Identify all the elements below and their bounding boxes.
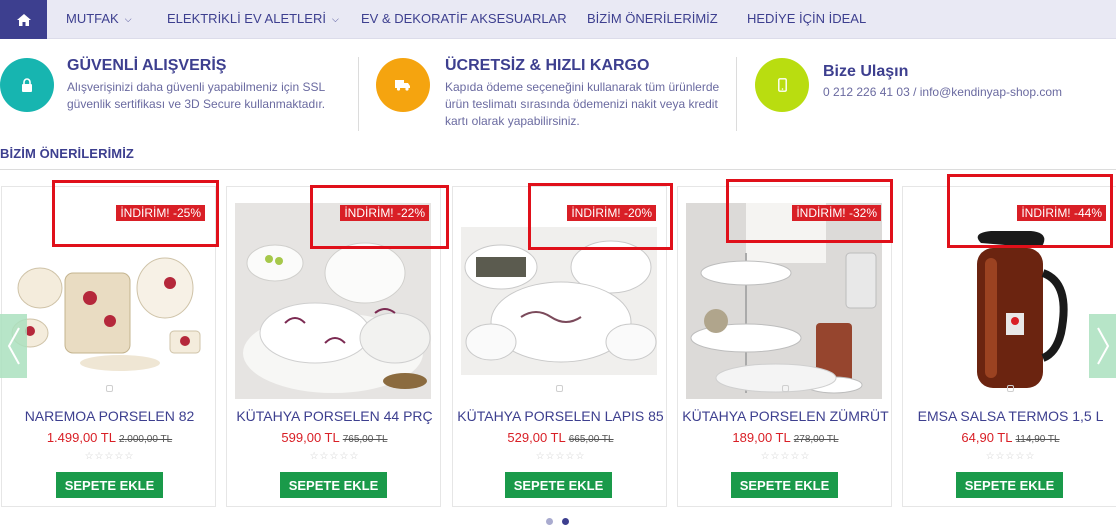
divider [358, 57, 359, 131]
image-dot[interactable] [782, 385, 789, 392]
product-price: 64,90 TL 114,90 TL [903, 430, 1116, 445]
pagination-dot-active[interactable] [562, 518, 569, 525]
product-name[interactable]: NAREMOA PORSELEN 82 [2, 408, 217, 424]
highlight-box [310, 185, 449, 249]
carousel-prev-button[interactable] [0, 314, 27, 378]
price-old: 665,00 TL [568, 434, 614, 445]
product-price: 1.499,00 TL 2.000,00 TL [2, 430, 217, 445]
rating-stars: ☆☆☆☆☆ [84, 451, 135, 462]
price-current: 599,00 TL [281, 430, 340, 445]
nav-item-ev-dekoratif[interactable]: EV & DEKORATİF AKSESUARLAR [361, 0, 567, 39]
truck-icon [376, 58, 430, 112]
product-name[interactable]: KÜTAHYA PORSELEN LAPIS 85 [453, 408, 668, 424]
feature-text: Alışverişinizi daha güvenli yapabilmeniz… [67, 80, 326, 111]
section-divider [0, 169, 1116, 170]
add-to-cart-button[interactable]: SEPETE EKLE [731, 472, 838, 498]
home-button[interactable] [0, 0, 47, 39]
chevron-right-icon [1096, 327, 1109, 365]
price-current: 189,00 TL [732, 430, 791, 445]
rating-stars: ☆☆☆☆☆ [760, 451, 811, 462]
product-name[interactable]: KÜTAHYA PORSELEN ZÜMRÜT [678, 408, 893, 424]
chevron-down-icon: ⌵ [331, 14, 339, 24]
rating-stars: ☆☆☆☆☆ [985, 451, 1036, 462]
price-current: 1.499,00 TL [46, 430, 116, 445]
main-nav: MUTFAK ⌵ ELEKTRİKLİ EV ALETLERİ ⌵ EV & DEK… [0, 0, 1116, 39]
price-old: 765,00 TL [342, 434, 388, 445]
feature-title: ÜCRETSİZ & HIZLI KARGO [445, 57, 650, 74]
rating-stars: ☆☆☆☆☆ [535, 451, 586, 462]
nav-item-hediye[interactable]: HEDİYE İÇİN İDEAL [747, 0, 866, 39]
feature-title: GÜVENLİ ALIŞVERİŞ [67, 57, 227, 74]
add-to-cart-button[interactable]: SEPETE EKLE [280, 472, 387, 498]
product-name[interactable]: EMSA SALSA TERMOS 1,5 L [903, 408, 1116, 424]
image-dot[interactable] [1007, 385, 1014, 392]
lock-icon [0, 58, 54, 112]
highlight-box [528, 183, 673, 250]
product-price: 599,00 TL 765,00 TL [227, 430, 442, 445]
phone-icon [755, 58, 809, 112]
contact-info: 0 212 226 41 03 / info@kendinyap-shop.co… [823, 85, 1063, 99]
nav-item-mutfak[interactable]: MUTFAK ⌵ [66, 0, 132, 39]
highlight-box [726, 179, 893, 243]
chevron-down-icon: ⌵ [124, 14, 132, 24]
price-current: 529,00 TL [507, 430, 566, 445]
rating-stars: ☆☆☆☆☆ [309, 451, 360, 462]
highlight-box [947, 174, 1113, 248]
divider [736, 57, 737, 131]
nav-item-elektrikli[interactable]: ELEKTRİKLİ EV ALETLERİ ⌵ [167, 0, 339, 39]
highlight-box [52, 180, 219, 247]
price-old: 114,90 TL [1015, 434, 1060, 445]
price-old: 278,00 TL [793, 434, 839, 445]
section-title: BİZİM ÖNERİLERİMİZ [0, 146, 134, 161]
home-icon [16, 13, 31, 26]
nav-item-onerilerimiz[interactable]: BİZİM ÖNERİLERİMİZ [587, 0, 718, 39]
feature-title: Bize Ulaşın [823, 63, 909, 80]
add-to-cart-button[interactable]: SEPETE EKLE [956, 472, 1063, 498]
product-name[interactable]: KÜTAHYA PORSELEN 44 PRÇ [227, 408, 442, 424]
feature-text: Kapıda ödeme seçeneğini kullanarak tüm ü… [445, 80, 720, 128]
price-old: 2.000,00 TL [118, 434, 173, 445]
image-dot[interactable] [556, 385, 563, 392]
product-price: 189,00 TL 278,00 TL [678, 430, 893, 445]
add-to-cart-button[interactable]: SEPETE EKLE [56, 472, 163, 498]
add-to-cart-button[interactable]: SEPETE EKLE [505, 472, 612, 498]
price-current: 64,90 TL [961, 430, 1013, 445]
image-dot[interactable] [106, 385, 113, 392]
product-price: 529,00 TL 665,00 TL [453, 430, 668, 445]
carousel-next-button[interactable] [1089, 314, 1116, 378]
chevron-left-icon [7, 327, 20, 365]
pagination-dot[interactable] [546, 518, 553, 525]
